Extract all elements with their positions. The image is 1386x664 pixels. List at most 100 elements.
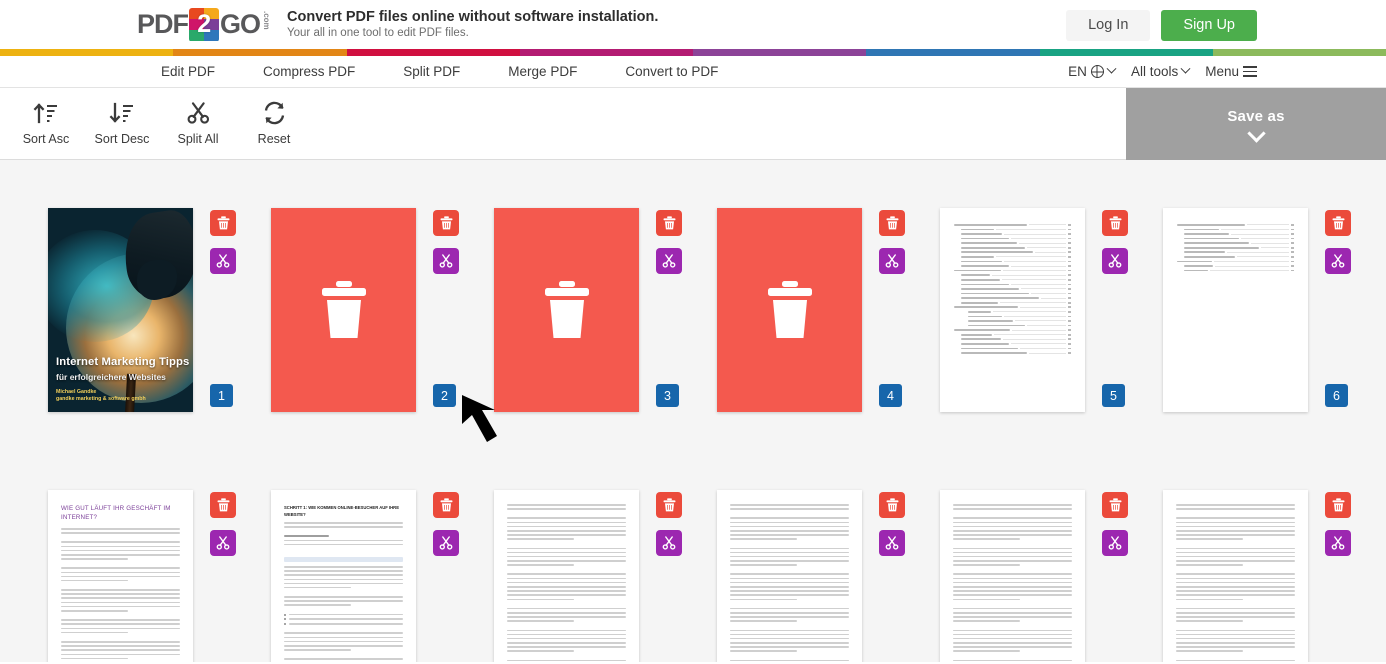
toc-entry (954, 251, 1071, 254)
cut-page-button[interactable] (1102, 248, 1128, 274)
text-line (730, 538, 797, 540)
page-thumbnail-cell[interactable]: 2 (271, 208, 494, 412)
page-thumbnail[interactable] (494, 490, 639, 662)
nav-link-merge-pdf[interactable]: Merge PDF (484, 56, 601, 88)
delete-page-button[interactable] (879, 492, 905, 518)
toc-page-number (1068, 320, 1071, 322)
page-faint-text (279, 254, 408, 264)
page-thumbnail-cell[interactable]: WIE GUT LÄUFT IHR GESCHÄFT IM INTERNET?7 (48, 490, 271, 662)
delete-page-button[interactable] (656, 492, 682, 518)
text-line (953, 659, 1072, 662)
cut-page-button[interactable] (1102, 530, 1128, 556)
login-button[interactable]: Log In (1066, 10, 1151, 41)
page-thumbnail-cell[interactable]: 12 (1163, 490, 1386, 662)
sort-asc-button[interactable]: Sort Asc (8, 88, 84, 160)
trash-icon (440, 498, 452, 512)
page-thumbnail-cell[interactable]: 11 (940, 490, 1163, 662)
cut-page-button[interactable] (879, 248, 905, 274)
nav-link-edit-pdf[interactable]: Edit PDF (137, 56, 239, 88)
delete-page-button[interactable] (210, 492, 236, 518)
reset-button[interactable]: Reset (236, 88, 312, 160)
cut-page-button[interactable] (656, 248, 682, 274)
delete-page-button[interactable] (433, 210, 459, 236)
toc-page-number (1068, 343, 1071, 345)
delete-page-button[interactable] (210, 210, 236, 236)
scissors-icon (662, 254, 676, 268)
text-line (730, 577, 849, 580)
globe-icon (1090, 65, 1104, 78)
page-cover-art: Internet Marketing Tipps für erfolgreiche… (48, 208, 193, 412)
cut-page-button[interactable] (879, 530, 905, 556)
main-menu-button[interactable]: Menu (1205, 64, 1257, 79)
delete-page-button[interactable] (1325, 210, 1351, 236)
delete-page-button[interactable] (879, 210, 905, 236)
page-thumbnail-cell[interactable]: Internet Marketing Tipps für erfolgreiche… (48, 208, 271, 412)
page-thumbnail-cell[interactable]: 4 (717, 208, 940, 412)
page-thumbnail-cell[interactable]: 5 (940, 208, 1163, 412)
signup-button[interactable]: Sign Up (1161, 10, 1257, 41)
page-thumbnail[interactable] (271, 208, 416, 412)
toc-page-number (1068, 288, 1071, 290)
page-thumbnail-cell[interactable]: 9 (494, 490, 717, 662)
nav-link-compress-pdf[interactable]: Compress PDF (239, 56, 379, 88)
delete-page-button[interactable] (1325, 492, 1351, 518)
text-line (1176, 620, 1243, 622)
cut-page-button[interactable] (433, 530, 459, 556)
text-line (1176, 551, 1295, 554)
page-thumbnail-cell[interactable]: 3 (494, 208, 717, 412)
text-line (1176, 646, 1295, 648)
cut-page-button[interactable] (656, 530, 682, 556)
text-line (953, 521, 1072, 524)
page-heading: WIE GUT LÄUFT IHR GESCHÄFT IM INTERNET? (61, 505, 171, 521)
text-line (953, 508, 1072, 510)
page-thumbnail-area[interactable]: Internet Marketing Tipps für erfolgreiche… (0, 160, 1386, 662)
cut-page-button[interactable] (1325, 530, 1351, 556)
toc-entry (954, 329, 1071, 331)
language-selector[interactable]: EN (1068, 63, 1117, 79)
page-thumbnail-cell[interactable]: SCHRITT 1: WIE KOMMEN ONLINE-BESUCHER AU… (271, 490, 494, 662)
page-thumbnail[interactable] (717, 490, 862, 662)
sort-desc-button[interactable]: Sort Desc (84, 88, 160, 160)
page-thumbnail-cell[interactable]: 6 (1163, 208, 1386, 412)
all-tools-menu[interactable]: All tools (1131, 63, 1191, 79)
page-thumbnail[interactable] (940, 490, 1085, 662)
site-logo[interactable]: PDF 2 GO .com Convert PDF files online w… (137, 7, 658, 42)
delete-page-button[interactable] (1102, 492, 1128, 518)
page-number-badge: 5 (1102, 384, 1125, 407)
delete-page-button[interactable] (1102, 210, 1128, 236)
page-thumbnail[interactable] (1163, 490, 1308, 662)
page-thumbnail[interactable] (717, 208, 862, 412)
page-thumbnail[interactable] (1163, 208, 1308, 412)
page-thumbnail[interactable]: Internet Marketing Tipps für erfolgreiche… (48, 208, 193, 412)
page-action-buttons (433, 208, 459, 274)
page-thumbnail-cell[interactable]: 10 (717, 490, 940, 662)
delete-page-button[interactable] (433, 492, 459, 518)
cut-page-button[interactable] (210, 248, 236, 274)
trash-icon (663, 498, 675, 512)
nav-link-convert-to-pdf[interactable]: Convert to PDF (601, 56, 742, 88)
toc-page-number (1291, 256, 1294, 258)
split-all-button[interactable]: Split All (160, 88, 236, 160)
toc-leader (1250, 242, 1289, 244)
text-line (61, 657, 128, 660)
cut-page-button[interactable] (433, 248, 459, 274)
nav-link-split-pdf[interactable]: Split PDF (379, 56, 484, 88)
cut-page-button[interactable] (1325, 248, 1351, 274)
page-thumbnail[interactable] (494, 208, 639, 412)
toc-entry (954, 224, 1071, 226)
chevron-down-icon (1180, 63, 1191, 74)
text-line (953, 616, 1072, 618)
page-thumbnail[interactable]: WIE GUT LÄUFT IHR GESCHÄFT IM INTERNET? (48, 490, 193, 662)
text-line (953, 555, 1072, 558)
toc-leader (1031, 293, 1066, 295)
save-as-button[interactable]: Save as (1126, 88, 1386, 160)
page-action-buttons (433, 490, 459, 556)
trash-icon (440, 216, 452, 230)
page-thumbnail[interactable] (940, 208, 1085, 412)
delete-page-button[interactable] (656, 210, 682, 236)
text-line (1176, 650, 1243, 653)
toc-page-number (1068, 297, 1071, 299)
page-thumbnail[interactable]: SCHRITT 1: WIE KOMMEN ONLINE-BESUCHER AU… (271, 490, 416, 662)
page-text-content (717, 490, 862, 662)
cut-page-button[interactable] (210, 530, 236, 556)
